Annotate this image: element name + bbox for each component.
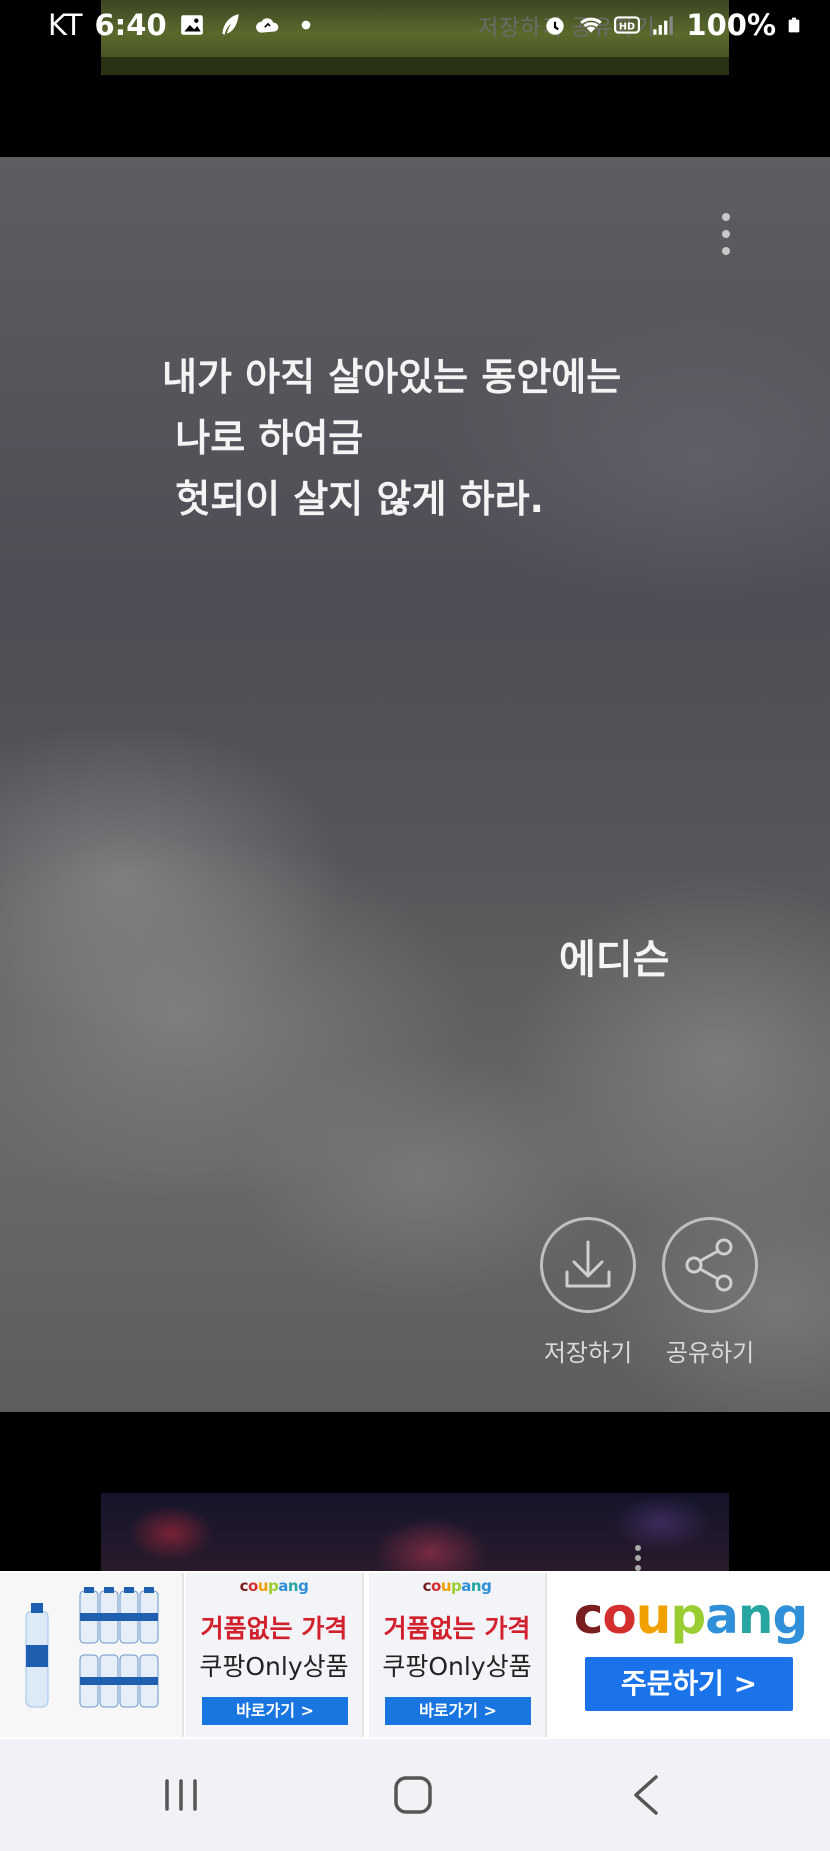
more-options-icon[interactable] <box>714 209 738 259</box>
carrier-label: KT <box>48 8 83 42</box>
water-bottles-image <box>25 1587 159 1708</box>
deal-subtitle: 쿠팡Only상품 <box>199 1652 349 1681</box>
deal-title: 거품없는 가격 <box>383 1614 531 1643</box>
coupang-mini-logo: coupang <box>239 1577 309 1595</box>
home-icon[interactable] <box>373 1767 453 1823</box>
share-button[interactable] <box>662 1217 758 1313</box>
share-icon <box>685 1238 733 1292</box>
quote-line: 나로 하여금 <box>162 416 364 460</box>
signal-icon <box>653 16 674 35</box>
feather-icon <box>222 14 239 35</box>
status-left: KT 6:40 <box>48 8 319 42</box>
more-options-icon[interactable] <box>632 1543 644 1571</box>
quote-text: 내가 아직 살아있는 동안에는 나로 하여금 헛되이 살지 않게 하라. <box>162 347 621 530</box>
image-icon <box>180 15 203 35</box>
battery-icon <box>788 17 800 33</box>
recent-apps-icon[interactable] <box>141 1767 221 1823</box>
status-right: HD 100% <box>542 8 802 42</box>
navigation-bar <box>0 1739 830 1851</box>
save-label[interactable]: 저장하기 <box>518 1333 658 1368</box>
ad-logo-tile[interactable]: coupang 주문하기 > <box>551 1573 830 1737</box>
alarm-icon <box>546 17 565 35</box>
wifi-icon <box>580 17 603 33</box>
status-bar: KT 6:40 HD 100% <box>0 0 830 56</box>
coupang-logo: coupang <box>573 1587 809 1645</box>
order-button[interactable]: 주문하기 > <box>585 1657 793 1711</box>
download-icon <box>565 1240 611 1288</box>
battery-percent: 100% <box>686 8 776 42</box>
coupang-mini-logo: coupang <box>422 1577 492 1595</box>
clock: 6:40 <box>94 8 167 42</box>
shortcut-button[interactable]: 바로가기 > <box>385 1697 531 1725</box>
deal-title: 거품없는 가격 <box>200 1614 348 1643</box>
ad-product-tile[interactable] <box>0 1573 184 1737</box>
share-label[interactable]: 공유하기 <box>640 1333 780 1368</box>
quote-line: 내가 아직 살아있는 동안에는 <box>162 355 622 399</box>
shortcut-button[interactable]: 바로가기 > <box>202 1697 348 1725</box>
quote-card: 내가 아직 살아있는 동안에는 나로 하여금 헛되이 살지 않게 하라. 에디슨… <box>0 157 830 1412</box>
ad-banner[interactable]: coupang 거품없는 가격 쿠팡Only상품 바로가기 > coupang … <box>0 1571 830 1739</box>
hd-icon: HD <box>614 16 641 34</box>
dot-icon <box>301 20 310 30</box>
quote-line: 헛되이 살지 않게 하라. <box>162 477 544 521</box>
deal-subtitle: 쿠팡Only상품 <box>382 1652 532 1681</box>
quote-author: 에디슨 <box>559 937 670 983</box>
ad-deal-tile[interactable]: coupang 거품없는 가격 쿠팡Only상품 바로가기 > <box>369 1573 547 1737</box>
cloud-icon <box>255 18 278 33</box>
ad-deal-tile[interactable]: coupang 거품없는 가격 쿠팡Only상품 바로가기 > <box>186 1573 364 1737</box>
save-button[interactable] <box>540 1217 636 1313</box>
back-icon[interactable] <box>606 1767 686 1823</box>
svg-text:HD: HD <box>619 21 635 32</box>
